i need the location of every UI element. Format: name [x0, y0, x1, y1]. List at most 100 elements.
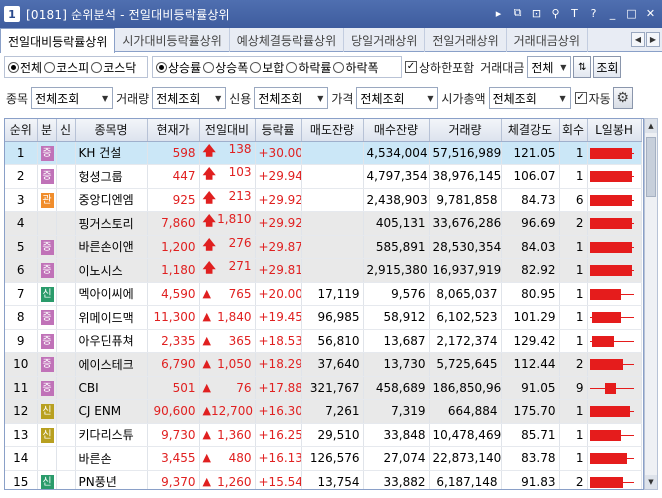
table-row[interactable]: 14 바른손 3,455 ▲ 480 +16.13 126,576 27,074 22,873,…	[5, 446, 642, 471]
table-row[interactable]: 8 증 위메이드맥 11,300 ▲ 1,840 +19.45 96,985 58,912 6,1…	[5, 305, 642, 330]
cell-rank: 6	[5, 258, 38, 283]
direction-radio-group: 상승률 상승폭 보합 하락률 하락폭	[152, 56, 402, 78]
minimize-icon[interactable]: _	[605, 5, 620, 21]
link-window-icon[interactable]: ⧉	[510, 5, 525, 21]
cell-volume: 186,850,962	[429, 376, 502, 400]
daily-range-bar	[589, 403, 634, 419]
cell-name[interactable]: 중앙디엔엠	[75, 188, 148, 212]
table-row[interactable]: 7 신 멕아이씨에 4,590 ▲ 765 +20.00 17,119 9,576 8,065,0…	[5, 282, 642, 306]
credit-select[interactable]: 전체조회 ▼	[254, 87, 329, 109]
table-row[interactable]: 10 증 에이스테크 6,790 ▲ 1,050 +18.29 37,640 13,730 5,7…	[5, 352, 642, 377]
radio-market-all[interactable]: 전체	[8, 59, 42, 76]
table-row[interactable]: 3 관 중앙디엔엠 925 🡅 213 +29.92 2,438,903 9,781,858 84…	[5, 188, 642, 212]
scroll-up-icon[interactable]: ▲	[645, 119, 657, 133]
radio-market-kosdaq[interactable]: 코스닥	[91, 59, 136, 76]
change-value: 271	[228, 259, 252, 274]
header-rate[interactable]: 등락률	[255, 119, 302, 142]
tab-today-volume-top[interactable]: 당일거래상위	[344, 28, 426, 52]
scroll-down-icon[interactable]: ▼	[645, 475, 657, 489]
mktcap-select[interactable]: 전체조회 ▼	[488, 87, 571, 109]
vertical-scrollbar[interactable]: ▲ ▼	[644, 118, 658, 490]
font-size-icon[interactable]: T	[567, 5, 582, 21]
radio-label: 코스닥	[103, 60, 137, 75]
header-change[interactable]: 전일대비	[199, 119, 256, 142]
play-icon[interactable]: ▸	[491, 5, 506, 21]
cell-category: 관	[37, 188, 57, 212]
cell-count: 1	[559, 399, 588, 424]
header-strength[interactable]: 체결강도	[501, 119, 560, 142]
cell-name[interactable]: 키다리스튜	[75, 423, 148, 447]
cell-change: 🡅 1,810	[199, 211, 256, 236]
cell-name[interactable]: 이노시스	[75, 258, 148, 283]
copy-window-icon[interactable]: ⊡	[529, 5, 544, 21]
tab-prev-volume-top[interactable]: 전일거래상위	[425, 28, 507, 52]
table-row[interactable]: 11 증 CBI 501 ▲ 76 +17.88 321,767 458,689 186,850,…	[5, 376, 642, 400]
table-row[interactable]: 9 증 아우딘퓨쳐 2,335 ▲ 365 +18.53 56,810 13,687 2,172,…	[5, 329, 642, 353]
volume-select[interactable]: 전체조회 ▼	[152, 87, 227, 109]
auto-refresh-checkbox[interactable]: ✓	[574, 92, 587, 104]
cell-rank: 13	[5, 423, 38, 447]
price-select[interactable]: 전체조회 ▼	[356, 87, 439, 109]
header-credit[interactable]: 신	[56, 119, 76, 142]
cell-daily-chart	[587, 188, 642, 212]
cell-price: 7,860	[147, 211, 200, 236]
header-ask[interactable]: 매도잔량	[301, 119, 364, 142]
cell-name[interactable]: KH 건설	[75, 141, 148, 165]
help-icon[interactable]: ?	[586, 5, 601, 21]
cell-name[interactable]: 핑거스토리	[75, 211, 148, 236]
table-row[interactable]: 4 핑거스토리 7,860 🡅 1,810 +29.92 405,131 33,676,286…	[5, 211, 642, 236]
header-price[interactable]: 현재가	[147, 119, 200, 142]
header-category[interactable]: 분	[37, 119, 57, 142]
radio-unchanged[interactable]: 보합	[250, 59, 284, 76]
table-row[interactable]: 1 증 KH 건설 598 🡅 138 +30.00 4,534,004 57,516,989 1…	[5, 141, 642, 165]
table-row[interactable]: 5 증 바른손이앤 1,200 🡅 276 +29.87 585,891 28,530,354 8…	[5, 235, 642, 259]
amount-settings-button[interactable]: ⇅	[573, 56, 592, 78]
query-button[interactable]: 조회	[593, 56, 622, 78]
tab-expected-rate-top[interactable]: 예상체결등락률상위	[230, 28, 345, 52]
cell-credit	[56, 188, 76, 212]
header-bid[interactable]: 매수잔량	[363, 119, 430, 142]
cell-credit	[56, 423, 76, 447]
header-name[interactable]: 종목명	[75, 119, 148, 142]
cell-name[interactable]: 위메이드맥	[75, 305, 148, 330]
radio-up-rate[interactable]: 상승률	[156, 59, 201, 76]
table-row[interactable]: 15 신 PN풍년 9,370 ▲ 1,260 +15.54 13,754 33,882 6,18…	[5, 470, 642, 489]
cell-name[interactable]: 아우딘퓨쳐	[75, 329, 148, 353]
cell-name[interactable]: PN풍년	[75, 470, 148, 489]
stock-select[interactable]: 전체조회 ▼	[31, 87, 114, 109]
header-daily-chart[interactable]: L일봉H	[587, 119, 642, 142]
maximize-icon[interactable]: □	[624, 5, 639, 21]
cell-name[interactable]: 바른손	[75, 446, 148, 471]
cell-name[interactable]: CJ ENM	[75, 399, 148, 424]
radio-down-rate[interactable]: 하락률	[286, 59, 331, 76]
cell-name[interactable]: CBI	[75, 376, 148, 400]
scroll-thumb[interactable]	[646, 137, 656, 197]
cell-name[interactable]: 헝셩그룹	[75, 164, 148, 189]
tab-open-rate-top[interactable]: 시가대비등락률상위	[115, 28, 230, 52]
cell-name[interactable]: 바른손이앤	[75, 235, 148, 259]
category-badge: 증	[40, 263, 54, 279]
tab-amount-top[interactable]: 거래대금상위	[507, 28, 588, 52]
cell-name[interactable]: 멕아이씨에	[75, 282, 148, 306]
tab-prev-day-rate-top[interactable]: 전일대비등락률상위	[0, 28, 116, 53]
pin-icon[interactable]: ⚲	[548, 5, 563, 21]
tab-scroll-left-icon[interactable]: ◀	[631, 32, 645, 47]
radio-up-amount[interactable]: 상승폭	[203, 59, 248, 76]
include-limit-checkbox[interactable]: ✓	[405, 61, 417, 73]
table-row[interactable]: 2 증 헝셩그룹 447 🡅 103 +29.94 4,797,354 38,976,145 10…	[5, 164, 642, 189]
radio-down-amount[interactable]: 하락폭	[333, 59, 379, 76]
radio-market-kospi[interactable]: 코스피	[44, 59, 89, 76]
amount-select[interactable]: 전체 ▼	[527, 56, 572, 78]
table-row[interactable]: 12 신 CJ ENM 90,600 ▲ 12,700 +16.30 7,261 7,319 66…	[5, 399, 642, 424]
header-volume[interactable]: 거래량	[429, 119, 502, 142]
cell-name[interactable]: 에이스테크	[75, 352, 148, 377]
up-triangle-icon: ▲	[202, 357, 211, 371]
close-icon[interactable]: ✕	[643, 5, 658, 21]
table-row[interactable]: 6 증 이노시스 1,180 🡅 271 +29.81 2,915,380 16,937,919…	[5, 258, 642, 283]
cell-credit	[56, 164, 76, 189]
header-count[interactable]: 회수	[559, 119, 588, 142]
table-row[interactable]: 13 신 키다리스튜 9,730 ▲ 1,360 +16.25 29,510 33,848 10,…	[5, 423, 642, 447]
header-rank[interactable]: 순위	[5, 119, 38, 142]
gear-icon[interactable]: ⚙	[612, 87, 633, 109]
tab-scroll-right-icon[interactable]: ▶	[646, 32, 660, 47]
